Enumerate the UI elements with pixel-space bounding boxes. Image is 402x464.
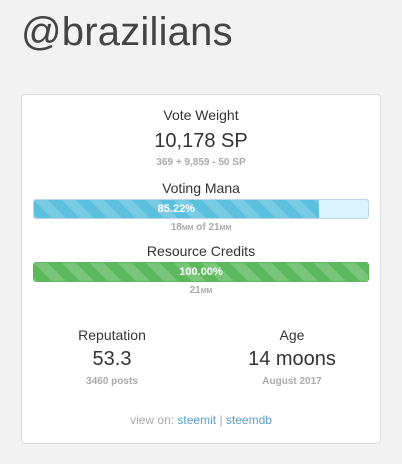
voting-mana-detail-row: 18MM of 21MM [22,222,380,233]
resource-credits-fill: 100.00% [34,263,368,281]
vote-weight-value: 10,178 SP [154,130,248,152]
age-since: August 2017 [262,376,322,387]
reputation-posts: 3460 posts [86,376,138,387]
voting-mana-label: Voting Mana [162,180,240,196]
voting-mana-of: of [193,222,209,233]
age-value: 14 moons [248,348,336,370]
reputation-label: Reputation [78,327,146,343]
resource-credits-detail-row: 21MM [22,285,380,296]
voting-mana-max: 21 [208,222,220,233]
voting-mana-detail: 18MM of 21MM [22,222,380,233]
view-on-label: view on: [130,413,178,427]
resource-credits-detail: 21MM [22,285,380,296]
vote-weight-label: Vote Weight [163,107,239,123]
voting-mana-current-unit: MM [181,225,194,232]
vote-weight-section: Vote Weight [22,107,380,123]
steemdb-link[interactable]: steemdb [226,413,272,427]
resource-credits-label-row: Resource Credits [22,243,380,259]
voting-mana-max-unit: MM [219,225,232,232]
resource-credits-bar: 100.00% [33,262,369,282]
username-heading: @brazilians [21,10,233,54]
resource-credits-value: 21 [189,285,201,296]
steemit-link[interactable]: steemit [177,413,216,427]
voting-mana-bar: 85.22% [33,199,369,219]
vote-weight-breakdown: 369 + 9,859 - 50 SP [156,157,246,168]
voting-mana-current: 18 [170,222,182,233]
link-separator: | [216,413,226,427]
voting-mana-fill: 85.22% [34,200,319,218]
view-on-footer: view on: steemit | steemdb [22,413,380,427]
account-stats-card: Vote Weight 10,178 SP 369 + 9,859 - 50 S… [21,94,381,444]
age-label: Age [279,327,305,343]
resource-credits-label: Resource Credits [146,243,256,259]
vote-weight-breakdown-row: 369 + 9,859 - 50 SP [22,157,380,168]
age-section: Age 14 moons August 2017 [202,327,382,387]
reputation-value: 53.3 [92,348,132,370]
resource-credits-unit: MM [200,288,213,295]
reputation-section: Reputation 53.3 3460 posts [22,327,202,387]
voting-mana-label-row: Voting Mana [22,180,380,196]
vote-weight-value-row: 10,178 SP [22,130,380,153]
